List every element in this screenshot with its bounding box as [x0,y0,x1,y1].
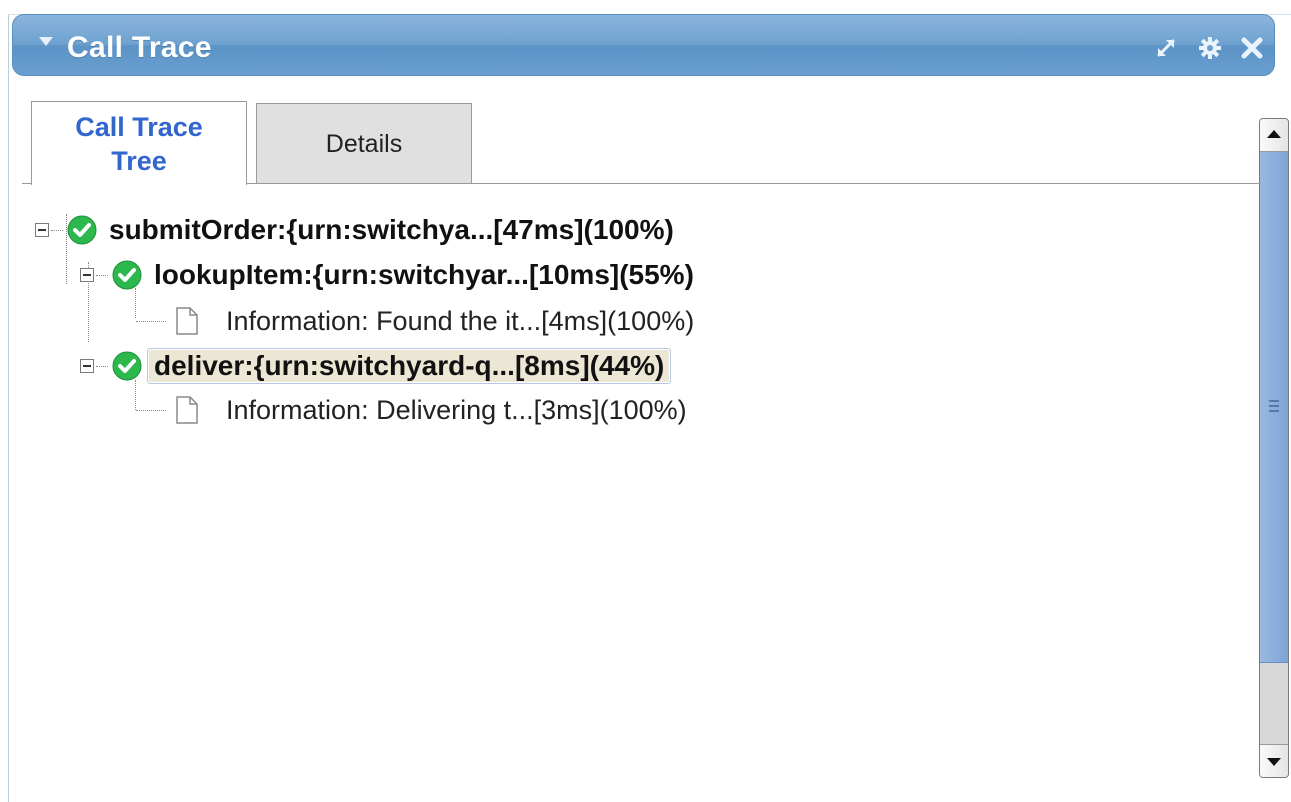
arrow-down-icon [1267,758,1281,766]
vertical-scrollbar[interactable] [1259,118,1289,778]
document-icon [176,307,198,335]
tab-label: Details [325,130,403,158]
close-icon[interactable] [1239,35,1265,61]
scroll-down-button[interactable] [1260,744,1288,777]
tree-node-information[interactable]: Information: Found the it...[4ms](100%) [136,301,694,341]
tab-label: Call Trace Tree [75,112,203,176]
grip-icon [1269,400,1279,412]
document-icon [176,396,198,424]
success-check-icon [112,351,142,381]
collapse-toggle[interactable] [80,268,94,282]
tree-connector [96,365,108,367]
call-trace-tree: submitOrder:{urn:switchya...[47ms](100%)… [22,184,1258,784]
scroll-thumb[interactable] [1260,152,1288,663]
tree-node-label: deliver:{urn:switchyard-q...[8ms](44%) [147,348,672,384]
tree-node-label: Information: Found the it...[4ms](100%) [226,306,695,336]
tree-node-label: lookupItem:{urn:switchyar...[10ms](55%) [154,259,694,290]
success-check-icon [67,215,97,245]
tree-node-information[interactable]: Information: Delivering t...[3ms](100%) [136,390,687,430]
portlet-title: Call Trace [67,31,212,64]
tree-node-lookup-item[interactable]: lookupItem:{urn:switchyar...[10ms](55%) [80,255,694,295]
tree-connector [136,409,166,411]
collapse-toggle-icon[interactable] [39,37,53,46]
tab-call-trace-tree[interactable]: Call Trace Tree [31,101,247,185]
tree-connector [136,320,166,322]
scroll-up-button[interactable] [1260,119,1288,152]
success-check-icon [112,260,142,290]
tree-node-label: Information: Delivering t...[3ms](100%) [226,395,687,425]
arrow-up-icon [1267,130,1281,138]
tab-details[interactable]: Details [256,103,472,183]
gear-icon[interactable] [1197,35,1223,61]
collapse-toggle[interactable] [35,223,49,237]
tree-connector [51,229,63,231]
tree-node-label: submitOrder:{urn:switchya...[47ms](100%) [109,214,674,245]
maximize-icon[interactable] [1153,35,1179,61]
tree-node-deliver[interactable]: deliver:{urn:switchyard-q...[8ms](44%) [80,346,672,386]
portlet-titlebar: Call Trace [12,14,1275,76]
collapse-toggle[interactable] [80,359,94,373]
tree-connector [96,274,108,276]
tree-node-submit-order[interactable]: submitOrder:{urn:switchya...[47ms](100%) [35,210,674,250]
